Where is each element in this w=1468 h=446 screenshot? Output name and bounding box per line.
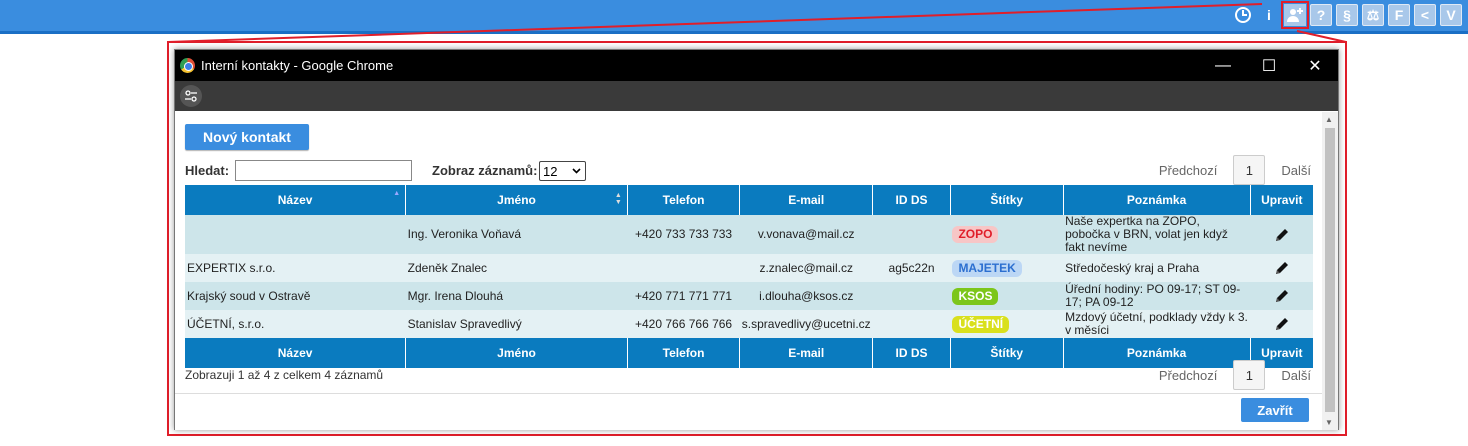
scroll-up-icon[interactable]: ▲ (1325, 115, 1333, 124)
cell-tags: ÚČETNÍ (950, 310, 1064, 338)
cell-email: v.vonava@mail.cz (739, 215, 873, 254)
cell-person: Ing. Veronika Voňavá (405, 215, 628, 254)
cell-name: Krajský soud v Ostravě (185, 282, 406, 310)
window-titlebar: Interní kontakty - Google Chrome — ☐ ✕ (175, 50, 1338, 81)
current-page[interactable]: 1 (1233, 155, 1266, 185)
col-header-ids: ID DS (872, 185, 951, 215)
cell-ids (872, 215, 951, 254)
prev-page-link[interactable]: Předchozí (1159, 163, 1218, 178)
cell-edit (1250, 254, 1313, 282)
cell-note: Středočeský kraj a Praha (1063, 254, 1251, 282)
window-content: Nový kontakt Hledat: Zobraz záznamů: 12 … (175, 112, 1323, 430)
next-page-link-bottom[interactable]: Další (1281, 368, 1311, 383)
col-header-edit: Upravit (1250, 185, 1313, 215)
tag-badge[interactable]: ZOPO (952, 226, 999, 243)
window-controls: — ☐ ✕ (1200, 50, 1338, 81)
foot-header-name: Název (185, 338, 407, 368)
col-header-tags: Štítky (950, 185, 1064, 215)
edit-pencil-icon[interactable] (1274, 227, 1290, 243)
cell-note: Naše expertka na ZOPO, pobočka v BRN, vo… (1063, 215, 1251, 254)
cell-name: ÚČETNÍ, s.r.o. (185, 310, 406, 338)
cell-edit (1250, 282, 1313, 310)
edit-pencil-icon[interactable] (1274, 260, 1290, 276)
cell-tags: MAJETEK (950, 254, 1064, 282)
prev-page-link-bottom[interactable]: Předchozí (1159, 368, 1218, 383)
cell-name: EXPERTIX s.r.o. (185, 254, 406, 282)
edit-pencil-icon[interactable] (1274, 316, 1290, 332)
footer-divider (175, 393, 1323, 394)
edit-pencil-icon[interactable] (1274, 288, 1290, 304)
contacts-window: Interní kontakty - Google Chrome — ☐ ✕ N… (174, 49, 1339, 430)
sort-both-icon: ▲ ▼ (614, 192, 622, 206)
cell-email: z.znalec@mail.cz (739, 254, 873, 282)
cell-ids (872, 282, 951, 310)
cell-email: i.dlouha@ksos.cz (739, 282, 873, 310)
foot-header-tags: Štítky (950, 338, 1064, 368)
page-size-value: 12 (543, 163, 558, 179)
cell-note: Úřední hodiny: PO 09-17; ST 09-17; PA 09… (1063, 282, 1251, 310)
table-header-row: Název ▲ Jméno ▲ ▼ Telefon E-mail ID DS Štít… (185, 185, 1313, 215)
foot-header-phone: Telefon (627, 338, 741, 368)
table-row: EXPERTIX s.r.o. Zdeněk Znalec z.znalec@mai… (185, 254, 1313, 282)
cell-phone: +420 733 733 733 (627, 215, 740, 254)
sort-asc-icon: ▲ (393, 190, 401, 197)
cell-phone: +420 766 766 766 (627, 310, 740, 338)
page-size-select[interactable]: 12 (539, 161, 586, 181)
maximize-icon[interactable]: ☐ (1246, 50, 1292, 81)
cell-person: Stanislav Spravedlivý (405, 310, 628, 338)
table-row: ÚČETNÍ, s.r.o. Stanislav Spravedlivý +420 … (185, 310, 1313, 338)
chevron-down-icon (572, 168, 581, 174)
col-header-note: Poznámka (1063, 185, 1251, 215)
cell-person: Zdeněk Znalec (405, 254, 628, 282)
chrome-logo-icon (180, 58, 195, 73)
foot-header-person: Jméno (405, 338, 628, 368)
col-header-name[interactable]: Název ▲ (185, 185, 407, 215)
contacts-table: Název ▲ Jméno ▲ ▼ Telefon E-mail ID DS Štít… (185, 185, 1313, 368)
next-page-link[interactable]: Další (1281, 163, 1311, 178)
cell-phone: +420 771 771 771 (627, 282, 740, 310)
col-header-phone: Telefon (627, 185, 741, 215)
cell-name (185, 215, 406, 254)
scrollbar-thumb[interactable] (1325, 128, 1335, 412)
foot-header-email: E-mail (739, 338, 874, 368)
cell-edit (1250, 215, 1313, 254)
scroll-down-icon[interactable]: ▼ (1325, 418, 1333, 427)
pagination-bottom: Předchozí 1 Další (1159, 360, 1311, 390)
cell-person: Mgr. Irena Dlouhá (405, 282, 628, 310)
cell-tags: ZOPO (950, 215, 1064, 254)
close-icon[interactable]: ✕ (1292, 50, 1338, 81)
pagination-top: Předchozí 1 Další (1159, 155, 1311, 185)
new-contact-button[interactable]: Nový kontakt (185, 124, 309, 150)
foot-header-ids: ID DS (872, 338, 951, 368)
cell-tags: KSOS (950, 282, 1064, 310)
cell-email: s.spravedlivy@ucetni.cz (739, 310, 873, 338)
table-row: Krajský soud v Ostravě Mgr. Irena Dlouhá +… (185, 282, 1313, 310)
tag-badge[interactable]: MAJETEK (952, 259, 1022, 277)
close-button[interactable]: Zavřít (1241, 398, 1309, 422)
cell-edit (1250, 310, 1313, 338)
page-size-label: Zobraz záznamů: (432, 163, 538, 178)
search-input[interactable] (235, 160, 412, 181)
search-label: Hledat: (185, 163, 230, 178)
col-header-person[interactable]: Jméno ▲ ▼ (405, 185, 628, 215)
table-row: Ing. Veronika Voňavá +420 733 733 733 v.vo… (185, 215, 1313, 254)
records-info: Zobrazuji 1 až 4 z celkem 4 záznamů (185, 368, 384, 382)
col-header-email: E-mail (739, 185, 874, 215)
cell-phone (627, 254, 740, 282)
window-title: Interní kontakty - Google Chrome (201, 58, 394, 73)
cell-note: Mzdový účetní, podklady vždy k 3. v měsí… (1063, 310, 1251, 338)
tag-badge[interactable]: KSOS (952, 287, 999, 305)
current-page-bottom[interactable]: 1 (1233, 360, 1266, 390)
minimize-icon[interactable]: — (1200, 50, 1246, 81)
tag-badge[interactable]: ÚČETNÍ (952, 315, 1010, 333)
cell-ids (872, 310, 951, 338)
browser-toolbar (175, 81, 1338, 111)
cell-ids: ag5c22n (872, 254, 951, 282)
settings-sliders-icon[interactable] (180, 85, 202, 107)
table-footer-row: Název Jméno Telefon E-mail ID DS Štítky … (185, 338, 1313, 368)
vertical-scrollbar[interactable]: ▲ ▼ (1322, 112, 1338, 430)
